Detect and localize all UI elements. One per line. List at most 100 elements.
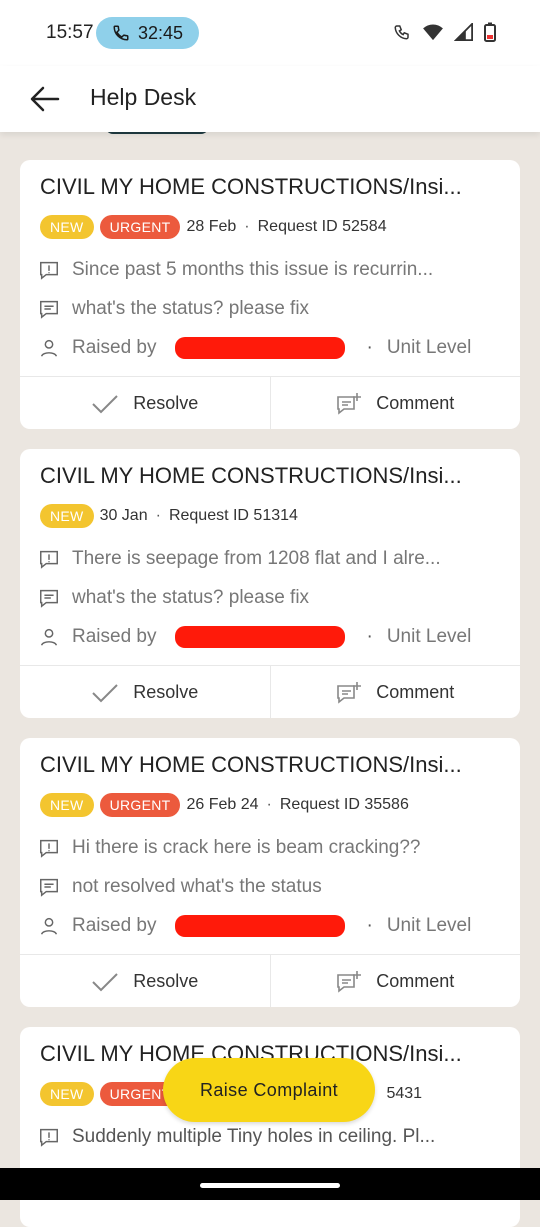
check-icon	[92, 394, 118, 413]
level-text: Unit Level	[386, 337, 472, 358]
redacted-name	[174, 337, 345, 359]
home-gesture-handle[interactable]	[200, 1183, 340, 1188]
separator-dot: ·	[155, 507, 161, 524]
new-badge: NEW	[40, 215, 94, 239]
comment-button[interactable]: Comment	[269, 955, 521, 1007]
issue-row: There is seepage from 1208 flat and I al…	[38, 545, 508, 573]
raised-by-label: Raised by	[72, 337, 157, 358]
battery-icon	[484, 22, 496, 42]
comment-row: what's the status? please fix	[38, 295, 508, 323]
comment-icon	[40, 300, 58, 319]
add-comment-icon	[337, 970, 362, 993]
separator-dot: ·	[366, 626, 373, 647]
ticket-date: 26 Feb 24	[186, 796, 259, 813]
comment-text: not resolved what's the status	[72, 876, 322, 897]
ticket-date: 30 Jan	[99, 507, 148, 524]
new-badge: NEW	[40, 793, 94, 817]
phone-icon	[113, 25, 129, 41]
app-bar: Help Desk	[0, 66, 540, 132]
request-id: 5431	[386, 1085, 423, 1102]
separator-dot: ·	[266, 796, 272, 813]
raised-by-label: Raised by	[72, 915, 157, 936]
issue-row: Suddenly multiple Tiny holes in ceiling.…	[38, 1123, 508, 1151]
comment-icon	[40, 589, 58, 608]
level-text: Unit Level	[386, 626, 472, 647]
check-icon	[92, 972, 118, 991]
ticket-card[interactable]: CIVIL MY HOME CONSTRUCTIONS/Insi... NEW …	[20, 160, 520, 429]
check-icon	[92, 683, 118, 702]
ticket-date: 28 Feb	[186, 218, 237, 235]
raised-by-row: Raised by · Unit Level	[38, 623, 508, 651]
alert-message-icon	[40, 839, 58, 858]
alert-message-icon	[40, 261, 58, 280]
comment-icon	[40, 878, 58, 897]
ticket-card[interactable]: CIVIL MY HOME CONSTRUCTIONS/Insi... NEW …	[20, 449, 520, 718]
resolve-label: Resolve	[133, 971, 199, 991]
ticket-title: CIVIL MY HOME CONSTRUCTIONS/Insi...	[40, 463, 462, 488]
ticket-card[interactable]: CIVIL MY HOME CONSTRUCTIONS/Insi... NEW …	[20, 738, 520, 1007]
comment-text: what's the status? please fix	[72, 298, 310, 319]
ticket-actions: Resolve Comment	[20, 954, 520, 1007]
comment-button[interactable]: Comment	[269, 377, 521, 429]
raised-by-row: Raised by · Unit Level	[38, 912, 508, 940]
status-icons	[392, 22, 496, 42]
person-icon	[40, 628, 58, 646]
signal-icon	[454, 23, 473, 41]
issue-row: Hi there is crack here is beam cracking?…	[38, 834, 508, 862]
comment-label: Comment	[376, 682, 455, 702]
add-comment-icon	[337, 392, 362, 415]
raised-by-row: Raised by · Unit Level	[38, 334, 508, 362]
separator-dot: ·	[244, 218, 250, 235]
resolve-label: Resolve	[133, 682, 199, 702]
new-badge: NEW	[40, 504, 94, 528]
new-badge: NEW	[40, 1082, 94, 1106]
ticket-meta: NEW 30 Jan · Request ID 51314	[40, 503, 298, 529]
raised-by-label: Raised by	[72, 626, 157, 647]
wifi-icon	[423, 24, 443, 41]
ticket-actions: Resolve Comment	[20, 376, 520, 429]
comment-row: what's the status? please fix	[38, 584, 508, 612]
comment-button[interactable]: Comment	[269, 666, 521, 718]
issue-text: Since past 5 months this issue is recurr…	[72, 259, 434, 280]
resolve-button[interactable]: Resolve	[20, 377, 270, 429]
add-comment-icon	[337, 681, 362, 704]
back-arrow-icon[interactable]	[30, 86, 60, 112]
issue-text: There is seepage from 1208 flat and I al…	[72, 548, 441, 569]
redacted-name	[174, 626, 345, 648]
issue-row: Since past 5 months this issue is recurr…	[38, 256, 508, 284]
redacted-name	[174, 915, 345, 937]
status-bar: 15:57 32:45	[0, 0, 540, 66]
raise-complaint-button[interactable]: Raise Complaint	[163, 1058, 375, 1122]
resolve-label: Resolve	[133, 393, 199, 413]
call-timer: 32:45	[137, 22, 184, 43]
person-icon	[40, 917, 58, 935]
separator-dot: ·	[366, 915, 373, 936]
urgent-badge: URGENT	[99, 793, 181, 817]
alert-message-icon	[40, 1128, 58, 1147]
issue-text: Suddenly multiple Tiny holes in ceiling.…	[72, 1126, 436, 1147]
request-id: Request ID 51314	[168, 507, 298, 524]
status-time: 15:57	[46, 22, 94, 43]
issue-text: Hi there is crack here is beam cracking?…	[72, 837, 421, 858]
ticket-meta: NEW URGENT 28 Feb · Request ID 52584	[40, 214, 387, 240]
separator-dot: ·	[366, 337, 373, 358]
alert-message-icon	[40, 550, 58, 569]
request-id: Request ID 35586	[279, 796, 409, 813]
ticket-actions: Resolve Comment	[20, 665, 520, 718]
ticket-title: CIVIL MY HOME CONSTRUCTIONS/Insi...	[40, 752, 462, 777]
comment-label: Comment	[376, 393, 455, 413]
comment-label: Comment	[376, 971, 455, 991]
level-text: Unit Level	[386, 915, 472, 936]
ongoing-call-chip[interactable]: 32:45	[96, 17, 199, 49]
resolve-button[interactable]: Resolve	[20, 666, 270, 718]
request-id: Request ID 52584	[257, 218, 387, 235]
wifi-calling-icon	[394, 25, 409, 40]
comment-text: what's the status? please fix	[72, 587, 310, 608]
resolve-button[interactable]: Resolve	[20, 955, 270, 1007]
comment-row: not resolved what's the status	[38, 873, 508, 901]
urgent-badge: URGENT	[99, 215, 181, 239]
ticket-title: CIVIL MY HOME CONSTRUCTIONS/Insi...	[40, 174, 462, 199]
person-icon	[40, 339, 58, 357]
ticket-meta: NEW URGENT 26 Feb 24 · Request ID 35586	[40, 792, 409, 818]
page-title: Help Desk	[90, 84, 197, 110]
